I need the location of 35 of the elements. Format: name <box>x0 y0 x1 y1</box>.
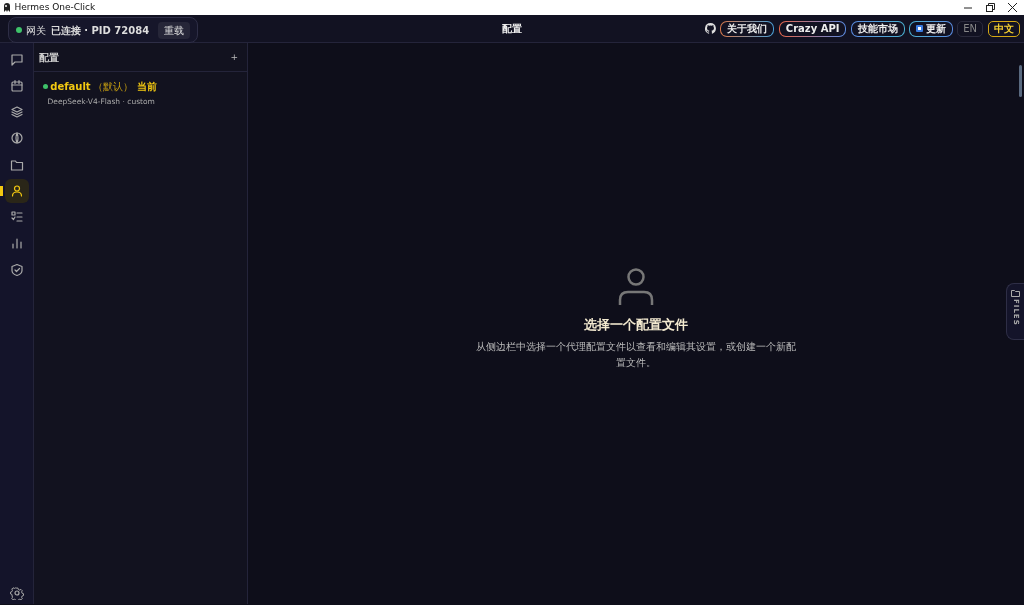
gateway-status: 已连接 · PID 72084 <box>50 23 150 38</box>
language-option[interactable]: 中文 <box>987 20 1020 37</box>
refresh-icon <box>916 25 924 32</box>
empty-state-text: 从侧边栏中选择一个代理配置文件以查看和编辑其设置，或创建一个新配置文件。 <box>476 340 796 370</box>
header-link[interactable]: 关于我们 <box>720 20 775 37</box>
layers-icon <box>9 105 24 119</box>
folder-icon <box>9 157 24 172</box>
chat-icon <box>9 52 24 67</box>
update-button[interactable]: 更新 <box>909 20 953 37</box>
circle-icon <box>9 131 24 146</box>
settings-icon[interactable] <box>9 585 24 600</box>
reload-button[interactable]: 重载 <box>158 21 191 39</box>
close-icon[interactable] <box>1008 3 1018 12</box>
restore-icon[interactable] <box>985 3 995 12</box>
window-title: Hermes One-Click <box>14 0 96 14</box>
github-icon[interactable] <box>704 23 716 34</box>
calendar-icon <box>9 78 24 93</box>
profile-name: default <box>50 79 91 94</box>
shield-icon <box>9 262 24 277</box>
add-button[interactable]: + <box>230 52 238 62</box>
header-link[interactable]: 技能市场 <box>850 20 905 37</box>
folder-icon <box>1011 288 1020 297</box>
language-option[interactable]: EN <box>957 20 983 37</box>
empty-state-title: 选择一个配置文件 <box>584 316 688 334</box>
gateway-label: 网关 <box>26 23 47 38</box>
bar-chart-icon <box>9 236 24 251</box>
profile-tag: （默认） <box>92 78 133 94</box>
sidebar-title: 配置 <box>38 50 59 65</box>
user-icon <box>9 183 24 198</box>
checklist-icon <box>9 210 24 224</box>
current-label: 当前 <box>137 79 158 94</box>
header-link[interactable]: Crazy API <box>778 20 847 37</box>
scrollbar-thumb[interactable] <box>1019 65 1022 97</box>
page-title: 配置 <box>502 22 522 36</box>
person-icon <box>618 268 654 306</box>
